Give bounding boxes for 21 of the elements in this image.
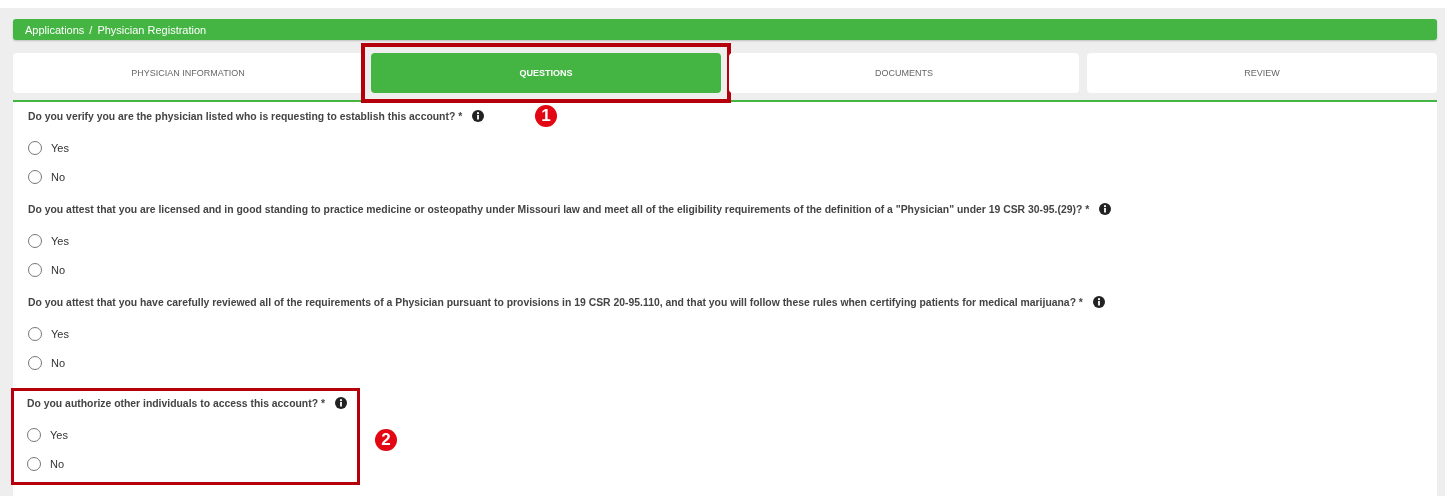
- callout-number: 2: [374, 429, 397, 451]
- option-label: No: [51, 170, 66, 183]
- option-label: No: [51, 263, 66, 276]
- option-label: Yes: [51, 327, 69, 340]
- info-icon[interactable]: [1099, 203, 1112, 215]
- info-icon[interactable]: [1092, 296, 1105, 308]
- question-text: Do you verify you are the physician listed who is requesting to establish this account? *: [28, 110, 463, 122]
- question-text: Do you attest that you have carefully reviewed all of the requirements of a Physician pursuant to provisions in 19 CSR 20-95.110, and that you will follow these rules when certifying patients for medical marijuana? *: [28, 296, 1083, 308]
- option-label: Yes: [51, 141, 69, 154]
- info-icon[interactable]: [334, 397, 347, 409]
- info-icon[interactable]: [472, 110, 485, 122]
- step-tab[interactable]: REVIEW: [1087, 53, 1437, 93]
- option-label: Yes: [50, 428, 68, 441]
- step-tab[interactable]: DOCUMENTS: [729, 53, 1079, 93]
- option-label: Yes: [51, 234, 69, 247]
- breadcrumb-separator: /: [89, 23, 93, 36]
- option-label: No: [51, 356, 66, 369]
- step-tab[interactable]: PHYSICIAN INFORMATION: [13, 53, 363, 93]
- question-text: Do you attest that you are licensed and in good standing to practice medicine or osteopathy under Missouri law and meet all of the eligibility requirements of the definition of a "Physician" under 19 CSR 30-95.(29)? *: [28, 203, 1090, 215]
- option-label: No: [50, 457, 65, 470]
- question-text: Do you authorize other individuals to access this account? *: [27, 397, 325, 409]
